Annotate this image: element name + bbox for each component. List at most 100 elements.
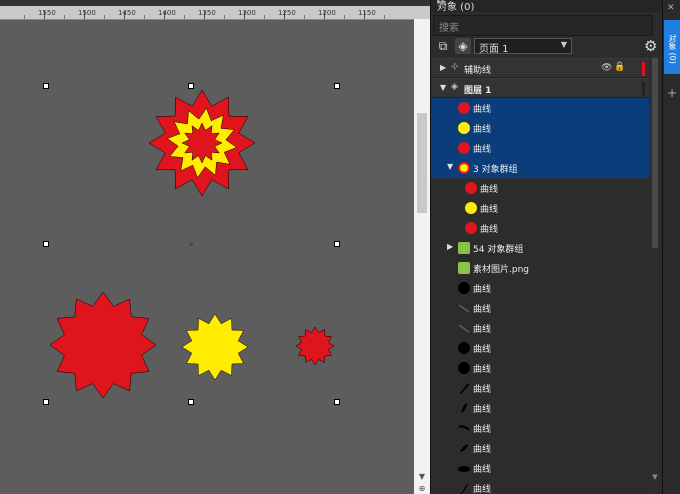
horizontal-ruler[interactable]: 1550 1500 1450 1400 1350 1300 1250 1200 … (0, 0, 430, 20)
row-label: 曲线 (473, 105, 492, 115)
docker-tab-label: 对象 (0) (668, 34, 677, 64)
row-label: 曲线 (473, 445, 492, 455)
panel-title-bar: 对象 (0) ▸▸ (431, 0, 663, 13)
object-tree[interactable]: ▶ ⊹ 辅助线 👁 🔒 ▼ ◈ 图层 1 曲线 曲线 曲线 ▼ 3 对象群组 曲… (431, 58, 649, 494)
add-docker-icon[interactable]: + (667, 86, 677, 100)
panel-scrollbar[interactable]: ▼ (650, 58, 660, 494)
tree-row-curve[interactable]: 曲线 (431, 278, 649, 298)
black-circle-icon (458, 282, 470, 294)
row-label: 曲线 (473, 305, 492, 315)
yellow-star-icon (458, 122, 470, 134)
selection-handle[interactable] (188, 399, 194, 405)
red-star-small[interactable] (295, 326, 335, 366)
tree-row-group[interactable]: ▶ 54 对象群组 (431, 238, 649, 258)
leaf-stroke-icon (458, 466, 470, 472)
red-star-large[interactable] (49, 291, 157, 399)
row-label: 素材图片.png (473, 265, 529, 275)
ruler-label: 1350 (198, 9, 216, 17)
tree-row-curve[interactable]: 曲线 (431, 218, 649, 238)
selection-handle[interactable] (188, 83, 194, 89)
selection-handle[interactable] (334, 241, 340, 247)
new-page-icon[interactable]: ⧉ (435, 38, 451, 54)
layer-label: 图层 1 (464, 86, 492, 96)
tree-row-curve[interactable]: 曲线 (431, 198, 649, 218)
row-label: 曲线 (473, 385, 492, 395)
row-label: 曲线 (473, 145, 492, 155)
tree-row-curve[interactable]: 曲线 (431, 378, 649, 398)
selection-handle[interactable] (43, 83, 49, 89)
selection-handle[interactable] (43, 399, 49, 405)
tree-row-curve[interactable]: 曲线 (431, 438, 649, 458)
page-select[interactable]: 页面 1 ▼ (474, 38, 572, 55)
selection-handle[interactable] (334, 83, 340, 89)
selection-handle[interactable] (334, 399, 340, 405)
search-placeholder: 搜索 (439, 23, 459, 34)
ruler-label: 1200 (318, 9, 336, 17)
row-label: 曲线 (480, 225, 499, 235)
selection-handle[interactable] (43, 241, 49, 247)
tree-row-curve[interactable]: 曲线 (431, 338, 649, 358)
tree-row-guides[interactable]: ▶ ⊹ 辅助线 👁 🔒 (431, 58, 649, 78)
drawing-canvas[interactable]: 1550 1500 1450 1400 1350 1300 1250 1200 … (0, 0, 430, 494)
brush-stroke-icon (460, 444, 468, 452)
nested-star-group[interactable] (148, 89, 256, 197)
black-circle-icon (458, 342, 470, 354)
black-circle-icon (458, 362, 470, 374)
ruler-label: 1500 (78, 9, 96, 17)
expand-arrow-icon[interactable]: ▶ (440, 63, 446, 72)
scroll-down-icon[interactable]: ▼ (414, 471, 430, 483)
tree-row-curve[interactable]: 曲线 (431, 398, 649, 418)
nav-icon[interactable]: ⊕ (414, 483, 430, 494)
red-star-icon (465, 182, 477, 194)
group-icon (458, 162, 470, 174)
line-icon (458, 304, 470, 313)
tree-row-curve[interactable]: 曲线 (431, 98, 649, 118)
eye-icon[interactable]: 👁 (601, 63, 612, 73)
gear-icon[interactable]: ⚙ (644, 37, 657, 55)
layer-view-icon[interactable]: ◈ (455, 38, 471, 54)
ruler-label: 1450 (118, 9, 136, 17)
red-star-icon (465, 222, 477, 234)
layer-color-swatch (642, 62, 645, 76)
tree-row-curve[interactable]: 曲线 (431, 118, 649, 138)
tree-row-layer[interactable]: ▼ ◈ 图层 1 (431, 78, 649, 98)
panel-toolbar: ⧉ ◈ 页面 1 ▼ ⚙ (431, 36, 663, 58)
objects-panel: 对象 (0) ▸▸ 搜索 ⧉ ◈ 页面 1 ▼ ⚙ ▶ ⊹ 辅助线 👁 🔒 ▼ … (430, 0, 663, 494)
artwork[interactable] (0, 19, 414, 494)
tree-row-curve[interactable]: 曲线 (431, 178, 649, 198)
expand-icon[interactable]: ▸▸ (437, 0, 657, 7)
canvas-scroll-thumb[interactable] (417, 113, 427, 213)
image-group-icon (458, 242, 470, 254)
search-input[interactable]: 搜索 (433, 15, 653, 36)
row-label: 曲线 (473, 465, 492, 475)
tree-row-group[interactable]: ▼ 3 对象群组 (431, 158, 649, 178)
panel-scroll-thumb[interactable] (652, 58, 658, 248)
guides-label: 辅助线 (464, 66, 492, 76)
tree-row-curve[interactable]: 曲线 (431, 418, 649, 438)
tree-row-curve[interactable]: 曲线 (431, 138, 649, 158)
tree-row-image[interactable]: 素材图片.png (431, 258, 649, 278)
objects-docker-tab[interactable]: 对象 (0) (664, 20, 680, 74)
tree-row-curve[interactable]: 曲线 (431, 358, 649, 378)
tree-row-curve[interactable]: 曲线 (431, 458, 649, 478)
ruler-top-strip (0, 0, 430, 6)
selection-center-marker (190, 243, 193, 246)
collapse-arrow-icon[interactable]: ▼ (447, 162, 453, 171)
close-icon[interactable]: ✕ (667, 3, 675, 13)
tree-row-curve[interactable]: 曲线 (431, 318, 649, 338)
page-select-value: 页面 1 (479, 44, 509, 55)
image-icon (458, 262, 470, 274)
tree-row-curve[interactable]: 曲线 (431, 298, 649, 318)
row-label: 曲线 (480, 205, 499, 215)
expand-arrow-icon[interactable]: ▶ (447, 242, 453, 251)
yellow-star-icon (465, 202, 477, 214)
yellow-star[interactable] (181, 313, 249, 381)
lock-icon[interactable]: 🔒 (614, 62, 625, 72)
tree-row-curve[interactable]: 曲线 (431, 478, 649, 494)
brush-stroke-icon (460, 383, 469, 394)
ruler-label: 1250 (278, 9, 296, 17)
canvas-vertical-scrollbar[interactable]: ▼ ⊕ (414, 19, 430, 494)
row-label: 曲线 (473, 405, 492, 415)
scroll-down-icon[interactable]: ▼ (650, 473, 660, 481)
collapse-arrow-icon[interactable]: ▼ (440, 83, 446, 92)
